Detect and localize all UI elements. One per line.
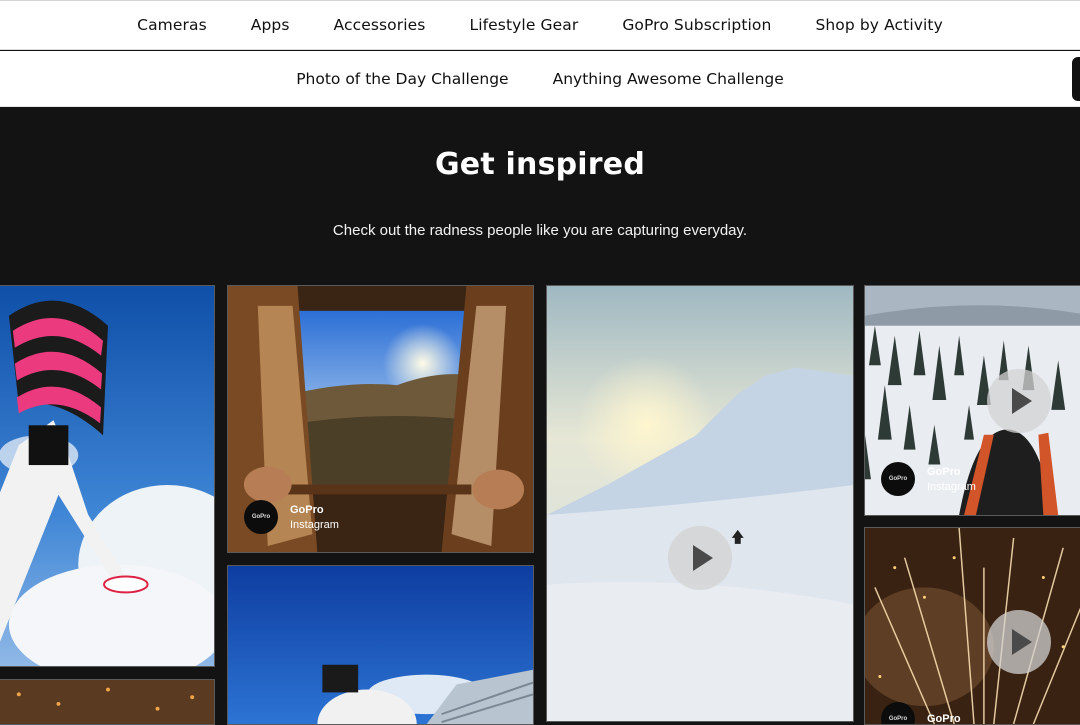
credit-source: Instagram — [290, 518, 339, 531]
blue-sky-photo — [228, 566, 533, 724]
gallery-tile-blue-sky[interactable] — [227, 565, 534, 725]
hero-section: Get inspired Check out the radness peopl… — [0, 107, 1080, 285]
skydiver-photo — [0, 286, 214, 666]
credit-author: GoPro — [927, 465, 961, 478]
challenge-nav: Photo of the Day Challenge Anything Awes… — [0, 51, 1080, 107]
snow-slope-photo — [547, 286, 853, 721]
play-button[interactable] — [668, 526, 732, 590]
tile-credit: GoPro GoPro Instagram — [881, 462, 976, 496]
nav-accessories[interactable]: Accessories — [334, 16, 426, 34]
gallery-tile-fireworks[interactable]: GoPro GoPro — [864, 527, 1080, 725]
gallery-tile-snow-video[interactable] — [546, 285, 854, 722]
gopro-avatar: GoPro — [244, 500, 278, 534]
credit-author: GoPro — [927, 713, 961, 725]
credit-source: Instagram — [927, 480, 976, 493]
nav-shop-by-activity[interactable]: Shop by Activity — [815, 16, 942, 34]
gallery-tile-skydiver[interactable] — [0, 285, 215, 667]
main-nav: Cameras Apps Accessories Lifestyle Gear … — [0, 0, 1080, 50]
gallery-tile-window-sunset[interactable]: GoPro GoPro Instagram — [227, 285, 534, 553]
tile-credit: GoPro GoPro Instagram — [244, 500, 339, 534]
nav-gopro-subscription[interactable]: GoPro Subscription — [622, 16, 771, 34]
gopro-avatar: GoPro — [881, 462, 915, 496]
play-button[interactable] — [987, 369, 1051, 433]
page-title: Get inspired — [434, 147, 646, 182]
nav-lifestyle-gear[interactable]: Lifestyle Gear — [469, 16, 578, 34]
sparks-photo — [0, 680, 214, 724]
page-subtitle: Check out the radness people like you ar… — [332, 222, 748, 239]
credit-author: GoPro — [290, 503, 324, 516]
nav-apps[interactable]: Apps — [251, 16, 290, 34]
fireworks-photo — [865, 528, 1080, 724]
play-button[interactable] — [987, 610, 1051, 674]
nav-photo-of-the-day[interactable]: Photo of the Day Challenge — [296, 70, 508, 88]
nav-anything-awesome[interactable]: Anything Awesome Challenge — [553, 70, 784, 88]
nav-cameras[interactable]: Cameras — [137, 16, 207, 34]
gallery-tile-ski-forest[interactable]: GoPro GoPro Instagram — [864, 285, 1080, 516]
gallery-tile-sparks[interactable] — [0, 679, 215, 725]
side-tab-button[interactable] — [1072, 57, 1080, 101]
